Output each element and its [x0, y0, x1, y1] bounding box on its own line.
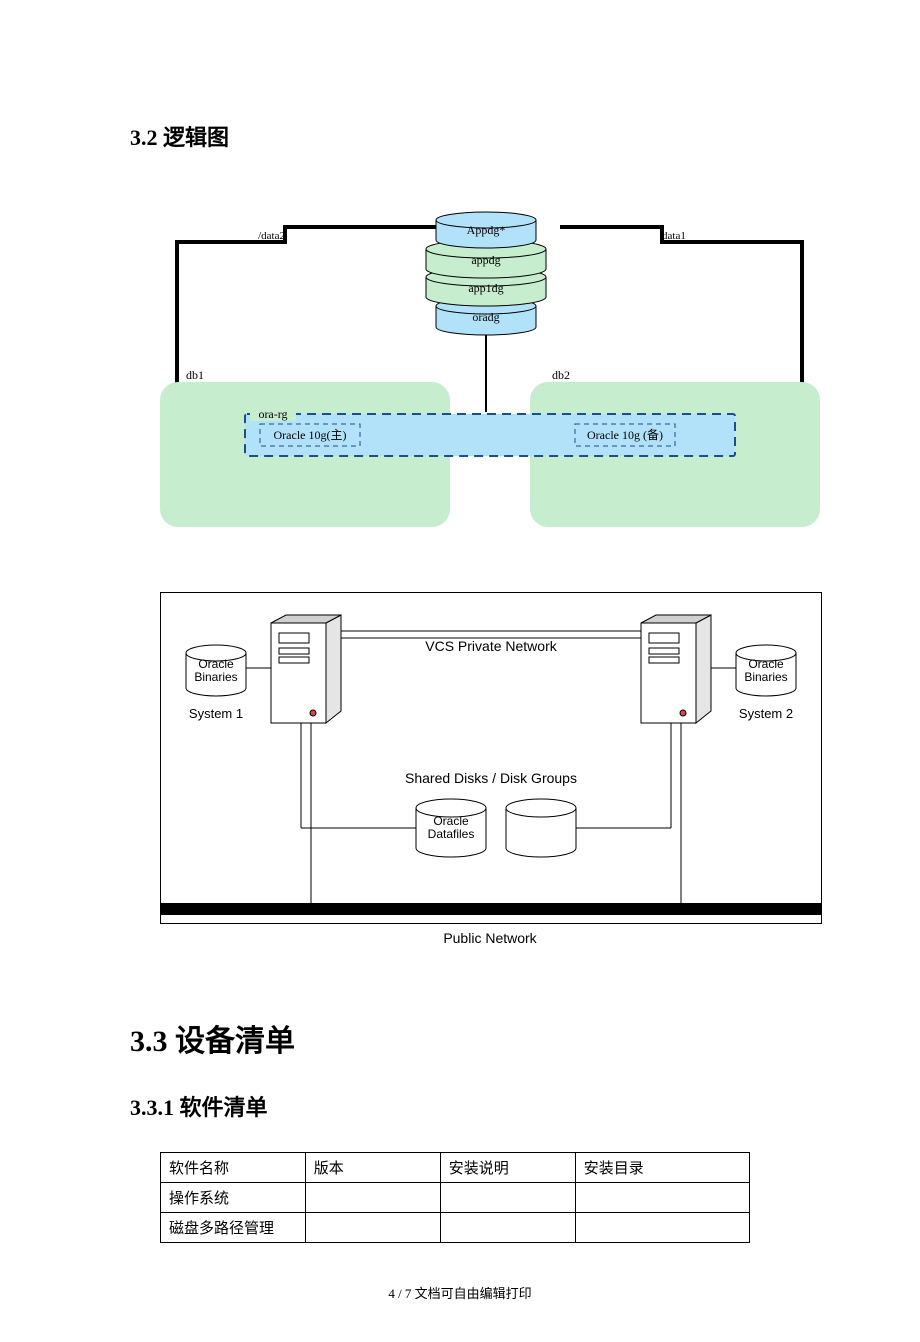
svg-text:Oracle: Oracle [748, 657, 784, 671]
logical-diagram: /data2 data1 oradg app1dg [160, 182, 820, 532]
table-row: 操作系统 [161, 1183, 750, 1213]
table-cell [440, 1183, 575, 1213]
label-db2: db2 [552, 368, 570, 382]
physical-diagram: Oracle Binaries System 1 Oracle Binaries… [160, 592, 822, 924]
shared-label: Shared Disks / Disk Groups [405, 770, 577, 786]
label-data1: data1 [662, 230, 686, 242]
svg-text:appdg: appdg [471, 253, 500, 267]
system2-label: System 2 [739, 706, 793, 721]
software-table: 软件名称 版本 安装说明 安装目录 操作系统 磁盘多路径管理 [160, 1152, 750, 1243]
label-ora-rg: ora-rg [258, 407, 287, 421]
svg-text:Binaries: Binaries [744, 670, 787, 684]
svg-text:app1dg: app1dg [468, 281, 503, 295]
table-cell [575, 1183, 749, 1213]
svg-text:Oracle: Oracle [433, 814, 469, 828]
svg-text:Oracle 10g (备): Oracle 10g (备) [587, 428, 663, 442]
table-cell [305, 1183, 440, 1213]
heading-3-3: 3.3 设备清单 [130, 1016, 790, 1060]
page-footer: 4 / 7 文档可自由编辑打印 [130, 1283, 790, 1302]
table-cell [575, 1213, 749, 1243]
table-cell: 磁盘多路径管理 [161, 1213, 306, 1243]
table-header: 安装目录 [575, 1153, 749, 1183]
label-data2: /data2 [258, 230, 285, 242]
disk-stack: oradg app1dg appdg [426, 212, 546, 335]
svg-text:Oracle 10g(主): Oracle 10g(主) [274, 428, 347, 442]
table-header: 软件名称 [161, 1153, 306, 1183]
svg-text:Binaries: Binaries [194, 670, 237, 684]
public-network-bar [161, 903, 821, 915]
svg-text:Appdg*: Appdg* [467, 223, 506, 237]
vcs-label: VCS Private Network [425, 638, 557, 654]
table-row: 软件名称 版本 安装说明 安装目录 [161, 1153, 750, 1183]
table-cell [305, 1213, 440, 1243]
table-row: 磁盘多路径管理 [161, 1213, 750, 1243]
table-header: 安装说明 [440, 1153, 575, 1183]
svg-text:Oracle: Oracle [198, 657, 234, 671]
system1-label: System 1 [189, 706, 243, 721]
heading-3-3-1: 3.3.1 软件清单 [130, 1090, 790, 1122]
heading-3-2: 3.2 逻辑图 [130, 120, 790, 152]
server1-icon [271, 615, 341, 723]
server2-icon [641, 615, 711, 723]
label-db1: db1 [186, 368, 204, 382]
table-cell: 操作系统 [161, 1183, 306, 1213]
table-header: 版本 [305, 1153, 440, 1183]
public-network-label: Public Network [160, 930, 820, 946]
table-cell [440, 1213, 575, 1243]
datafiles-icon: Oracle Datafiles [416, 799, 576, 857]
svg-text:Datafiles: Datafiles [428, 827, 475, 841]
svg-text:oradg: oradg [472, 310, 499, 324]
